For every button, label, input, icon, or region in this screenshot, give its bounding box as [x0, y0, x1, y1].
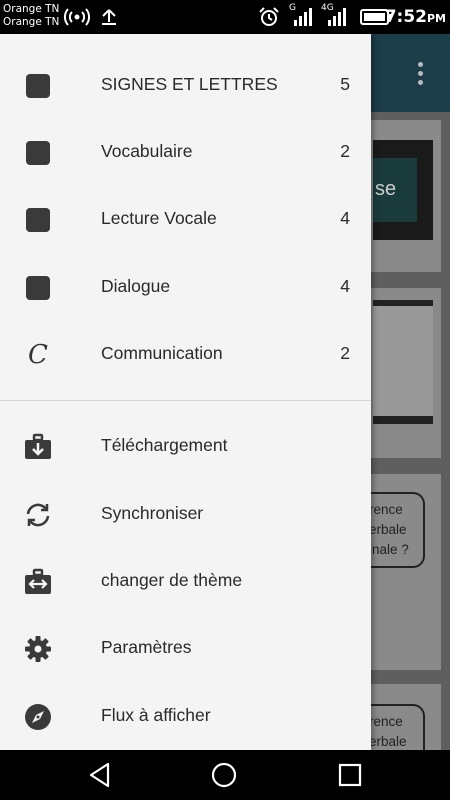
- signal-icon-1: [294, 8, 312, 26]
- category-count: 4: [340, 276, 350, 296]
- upload-icon: [102, 9, 116, 25]
- carrier-names: Orange TN Orange TN: [3, 3, 59, 29]
- gear-icon: [24, 635, 52, 663]
- background-card-4-line-1: rence: [369, 714, 403, 729]
- action-telechargement[interactable]: Téléchargement: [0, 413, 371, 480]
- action-label: Synchroniser: [101, 503, 204, 523]
- action-label: Téléchargement: [101, 435, 228, 455]
- category-count: 4: [340, 208, 350, 228]
- navigation-drawer: SIGNES ET LETTRES 5 Vocabulaire 2 Lectur…: [0, 34, 371, 750]
- background-card-3-line-2: erbale: [369, 522, 407, 537]
- background-card-3-line-1: rence: [369, 502, 403, 517]
- back-icon[interactable]: [87, 762, 113, 788]
- drawer-divider: [0, 400, 371, 401]
- background-card-1-text: se: [373, 158, 417, 222]
- square-icon: [24, 206, 52, 234]
- background-card-1: se: [365, 120, 441, 272]
- status-bar: Orange TN Orange TN G 4G 7:52PM: [0, 0, 450, 34]
- category-signes-et-lettres[interactable]: SIGNES ET LETTRES 5: [0, 52, 371, 119]
- action-flux-a-afficher[interactable]: Flux à afficher: [0, 683, 371, 750]
- background-card-3-line-3: inale ?: [369, 542, 409, 557]
- category-count: 2: [340, 343, 350, 363]
- category-label: Communication: [101, 343, 223, 363]
- square-icon: [24, 274, 52, 302]
- background-card-4: rence erbale: [365, 684, 441, 750]
- action-changer-de-theme[interactable]: changer de thème: [0, 548, 371, 615]
- hotspot-icon: [64, 8, 90, 26]
- background-card-3: rence erbale inale ?: [365, 474, 441, 670]
- square-icon: [24, 139, 52, 167]
- alarm-icon: [259, 7, 279, 26]
- category-lecture-vocale[interactable]: Lecture Vocale 4: [0, 186, 371, 253]
- carrier-1: Orange TN: [3, 3, 60, 15]
- recents-icon[interactable]: [337, 762, 363, 788]
- category-label: Vocabulaire: [101, 141, 193, 161]
- signal-icon-2: [328, 8, 346, 26]
- letter-c-icon: C: [28, 340, 48, 370]
- system-nav-bar: [0, 750, 450, 800]
- download-briefcase-icon: [24, 433, 52, 461]
- background-card-2: [365, 288, 441, 458]
- square-icon: [24, 72, 52, 100]
- category-label: Lecture Vocale: [101, 208, 217, 228]
- clock-time: 7:52: [384, 7, 427, 27]
- carrier-2: Orange TN: [3, 16, 60, 28]
- sync-icon: [24, 501, 52, 529]
- clock-ampm: PM: [426, 12, 446, 25]
- category-label: Dialogue: [101, 276, 171, 296]
- action-label: Flux à afficher: [101, 705, 211, 725]
- category-vocabulaire[interactable]: Vocabulaire 2: [0, 119, 371, 186]
- compass-icon: [24, 703, 52, 731]
- category-count: 5: [340, 74, 350, 94]
- overflow-menu-icon[interactable]: [418, 62, 424, 89]
- action-label: Paramètres: [101, 637, 192, 657]
- category-label: SIGNES ET LETTRES: [101, 74, 278, 94]
- swap-theme-icon: [24, 568, 52, 596]
- category-communication[interactable]: C Communication 2: [0, 321, 371, 388]
- clock: 7:52PM: [385, 7, 446, 27]
- action-synchroniser[interactable]: Synchroniser: [0, 481, 371, 548]
- background-card-4-line-2: erbale: [369, 734, 407, 749]
- action-label: changer de thème: [101, 570, 243, 590]
- category-dialogue[interactable]: Dialogue 4: [0, 254, 371, 321]
- category-count: 2: [340, 141, 350, 161]
- home-icon[interactable]: [211, 762, 237, 788]
- action-parametres[interactable]: Paramètres: [0, 615, 371, 682]
